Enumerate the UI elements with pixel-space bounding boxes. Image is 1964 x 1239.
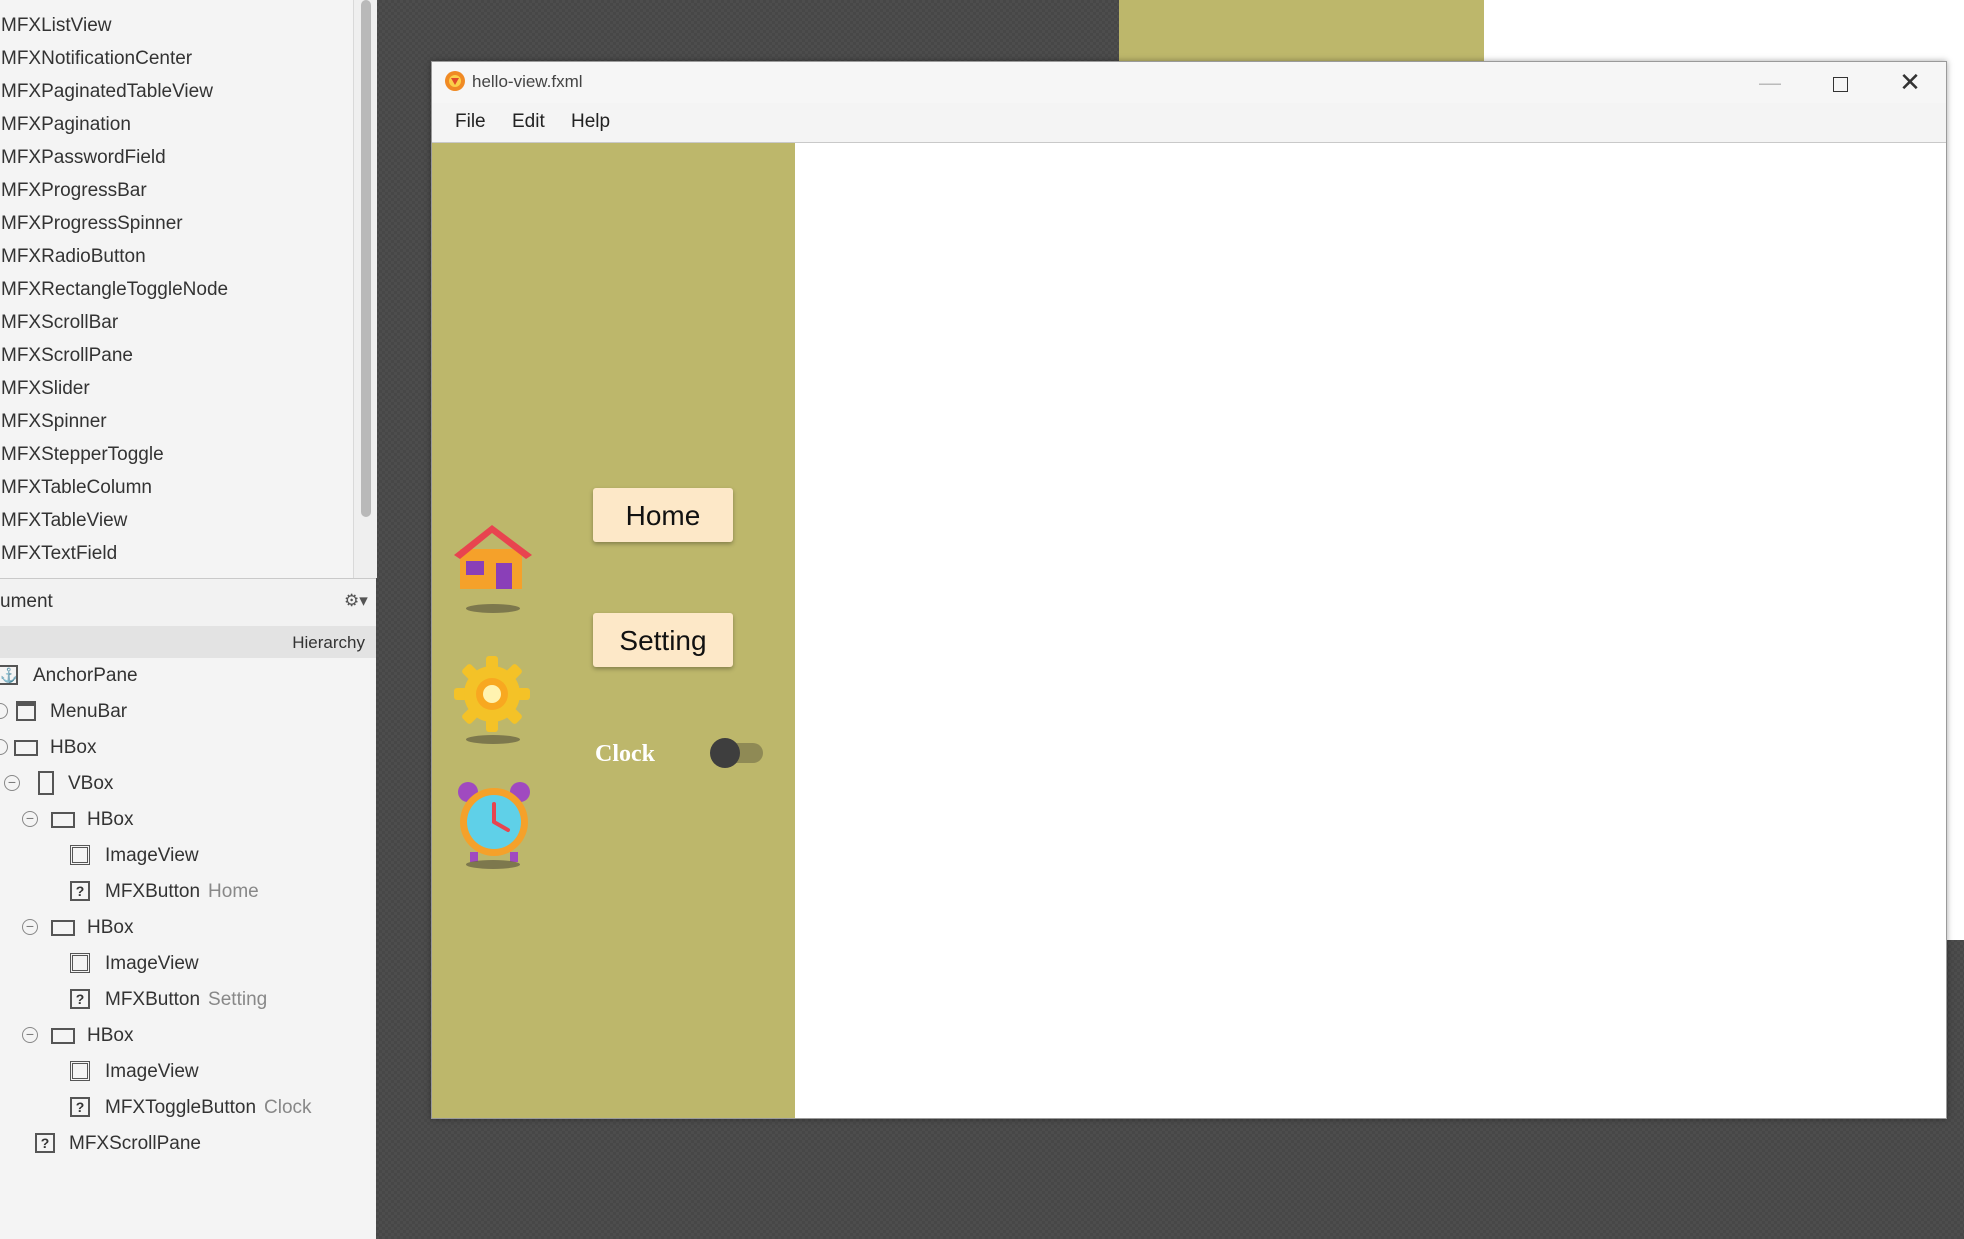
- tree-item-label: MFXScrollPane: [69, 1133, 201, 1154]
- imageview-icon: [70, 845, 90, 865]
- library-item[interactable]: MFXSlider: [0, 372, 350, 405]
- icon-shadow: [466, 860, 520, 869]
- tree-item-label: HBox: [87, 809, 134, 830]
- library-item[interactable]: MFXScrollPane: [0, 339, 350, 372]
- tree-item-label: VBox: [68, 773, 114, 794]
- tree-item-label-group: MFXButton Setting: [105, 982, 267, 1018]
- anchor-icon: ⚓: [0, 665, 18, 685]
- collapse-icon[interactable]: −: [4, 775, 20, 791]
- menu-edit[interactable]: Edit: [512, 111, 545, 133]
- menu-file[interactable]: File: [455, 111, 486, 133]
- tree-item-label: AnchorPane: [33, 665, 138, 686]
- tree-item-label: MFXToggleButton: [105, 1097, 257, 1118]
- close-icon[interactable]: ✕: [1875, 62, 1945, 103]
- hierarchy-tree: ⚓ AnchorPane MenuBar HBox − VBox − HBox …: [0, 658, 376, 1239]
- library-panel: MFXListView MFXNotificationCenter MFXPag…: [0, 0, 377, 578]
- alarm-clock-icon: [458, 782, 530, 862]
- tree-item-label: HBox: [50, 737, 97, 758]
- library-item[interactable]: MFXNotificationCenter: [0, 42, 350, 75]
- tree-item-label: ImageView: [105, 845, 199, 866]
- unknown-component-icon: ?: [35, 1133, 55, 1153]
- menu-bar: File Edit Help: [432, 103, 1946, 143]
- library-item[interactable]: MFXListView: [0, 9, 350, 42]
- tree-item-label: MFXButton: [105, 881, 201, 902]
- background-preview-olive: [1119, 0, 1484, 62]
- tree-item-sublabel: Setting: [208, 989, 268, 1010]
- library-item[interactable]: MFXPaginatedTableView: [0, 75, 350, 108]
- imageview-icon: [70, 1061, 90, 1081]
- hbox-icon: [14, 740, 38, 756]
- collapse-icon[interactable]: −: [22, 811, 38, 827]
- library-item[interactable]: MFXProgressSpinner: [0, 207, 350, 240]
- imageview-icon: [70, 953, 90, 973]
- library-item[interactable]: MFXRadioButton: [0, 240, 350, 273]
- hbox-icon: [51, 812, 75, 828]
- content-scroll-pane[interactable]: [795, 143, 1946, 1118]
- tree-item-sublabel: Home: [208, 881, 259, 902]
- library-item[interactable]: MFXTableView: [0, 504, 350, 537]
- library-scrollbar[interactable]: [353, 0, 377, 578]
- tree-item-label: MFXButton: [105, 989, 201, 1010]
- collapse-icon[interactable]: −: [22, 1027, 38, 1043]
- library-item[interactable]: MFXScrollBar: [0, 306, 350, 339]
- maximize-icon[interactable]: [1805, 62, 1875, 103]
- tree-item-label-group: MFXToggleButton Clock: [105, 1090, 312, 1126]
- vbox-icon: [38, 771, 54, 795]
- hbox-icon: [51, 920, 75, 936]
- window-title: hello-view.fxml: [472, 72, 583, 91]
- clock-toggle[interactable]: [710, 738, 740, 768]
- icon-shadow: [466, 735, 520, 744]
- window-titlebar[interactable]: hello-view.fxml — ✕: [432, 62, 1946, 103]
- library-item[interactable]: MFXPasswordField: [0, 141, 350, 174]
- sidebar: Home Setting Clock: [432, 143, 795, 1118]
- library-item[interactable]: MFXStepperToggle: [0, 438, 350, 471]
- unknown-component-icon: ?: [70, 881, 90, 901]
- expand-icon[interactable]: [0, 739, 8, 755]
- library-item[interactable]: MFXRectangleToggleNode: [0, 273, 350, 306]
- library-item[interactable]: MFXTextField: [0, 537, 350, 570]
- hierarchy-tab[interactable]: Hierarchy: [292, 633, 365, 653]
- document-panel-title: ument: [0, 591, 53, 612]
- hbox-icon: [51, 1028, 75, 1044]
- library-item[interactable]: MFXSpinner: [0, 405, 350, 438]
- tree-item-label: HBox: [87, 1025, 134, 1046]
- preview-window: hello-view.fxml — ✕ File Edit Help Home: [431, 61, 1947, 1119]
- collapse-icon[interactable]: −: [22, 919, 38, 935]
- icon-shadow: [466, 604, 520, 613]
- library-item[interactable]: MFXProgressBar: [0, 174, 350, 207]
- gear-icon: [454, 656, 530, 732]
- home-button[interactable]: Home: [593, 488, 733, 542]
- app-icon: [445, 71, 465, 91]
- library-scrollbar-thumb[interactable]: [361, 0, 371, 517]
- tree-item-label: ImageView: [105, 953, 199, 974]
- tree-item-label: MenuBar: [50, 701, 128, 722]
- tree-item-label: ImageView: [105, 1061, 199, 1082]
- clock-label: Clock: [595, 741, 655, 767]
- menu-help[interactable]: Help: [571, 111, 610, 133]
- minimize-icon[interactable]: —: [1735, 62, 1805, 103]
- document-panel-header: ument ⚙▾: [0, 578, 376, 628]
- library-item[interactable]: MFXPagination: [0, 108, 350, 141]
- library-list: MFXListView MFXNotificationCenter MFXPag…: [0, 9, 350, 570]
- library-item[interactable]: MFXTableColumn: [0, 471, 350, 504]
- house-icon: [454, 525, 532, 589]
- unknown-component-icon: ?: [70, 989, 90, 1009]
- gear-icon[interactable]: ⚙▾: [344, 591, 368, 611]
- menubar-icon: [16, 701, 36, 721]
- tree-item-label: HBox: [87, 917, 134, 938]
- tree-item-label-group: MFXButton Home: [105, 874, 259, 910]
- setting-button[interactable]: Setting: [593, 613, 733, 667]
- expand-icon[interactable]: [0, 703, 8, 719]
- hierarchy-tab-bar: Hierarchy: [0, 626, 376, 659]
- unknown-component-icon: ?: [70, 1097, 90, 1117]
- tree-item-sublabel: Clock: [264, 1097, 312, 1118]
